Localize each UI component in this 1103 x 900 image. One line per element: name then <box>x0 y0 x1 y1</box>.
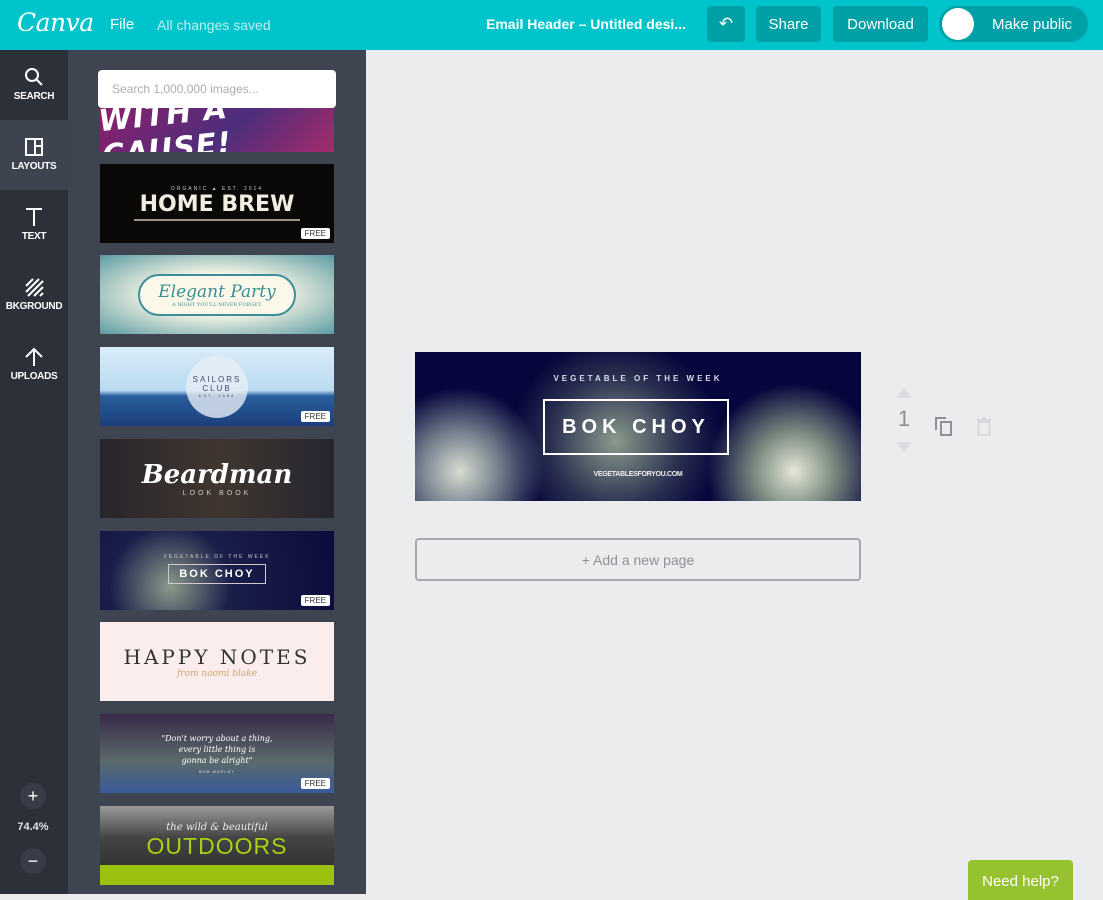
design-headline[interactable]: BOK CHOY <box>543 399 729 455</box>
layout-thumbnail[interactable]: VEGETABLE OF THE WEEK BOK CHOY FREE <box>100 531 334 610</box>
move-page-up-icon[interactable] <box>896 388 912 398</box>
layout-thumbnail[interactable]: SAILORS CLUB EST. 1984 FREE <box>100 347 334 426</box>
make-public-label: Make public <box>992 15 1073 33</box>
background-icon <box>25 278 44 297</box>
design-website[interactable]: VEGETABLESFORYOU.COM <box>415 471 861 478</box>
zoom-in-button[interactable]: + <box>20 783 46 809</box>
layout-subtitle: from naomi blake <box>176 668 258 679</box>
rail-item-uploads[interactable]: UPLOADS <box>0 330 68 400</box>
search-icon <box>25 68 43 86</box>
layout-thumbnail[interactable]: "Don't worry about a thing, every little… <box>100 714 334 793</box>
layout-title: OUTDOORS <box>146 833 288 859</box>
layout-thumbnail[interactable]: Beardman LOOK BOOK <box>100 439 334 518</box>
layout-quote: "Don't worry about a thing, every little… <box>161 734 273 765</box>
undo-button[interactable]: ↶ <box>707 6 745 42</box>
layout-title-2: CLUB <box>202 384 232 393</box>
add-page-button[interactable]: + Add a new page <box>415 538 861 581</box>
make-public-toggle[interactable]: Make public <box>939 6 1088 42</box>
page-number: 1 <box>897 406 911 431</box>
rail-label: UPLOADS <box>10 371 58 382</box>
layout-kicker: the wild & beautiful <box>166 822 268 833</box>
page-controls: 1 <box>894 388 914 452</box>
layout-thumbnail[interactable]: HAPPY NOTES from naomi blake <box>100 622 334 701</box>
zoom-out-button[interactable]: − <box>20 848 46 874</box>
layout-thumbnail[interactable]: ORGANIC ▲ EST. 2014 HOME BREW FREE <box>100 164 334 243</box>
design-page[interactable]: VEGETABLE OF THE WEEK BOK CHOY VEGETABLE… <box>415 352 861 501</box>
layout-thumbnail[interactable]: Elegant Party A NIGHT YOU'LL NEVER FORGE… <box>100 255 334 334</box>
delete-page-icon[interactable] <box>976 416 992 436</box>
layout-badge: SAILORS CLUB EST. 1984 <box>186 355 248 418</box>
layout-title: Beardman <box>141 460 293 490</box>
rail-item-background[interactable]: BKGROUND <box>0 260 68 330</box>
layout-kicker: VEGETABLE OF THE WEEK <box>163 553 271 560</box>
toggle-knob <box>942 8 974 40</box>
layouts-panel: WITH A CAUSE! ORGANIC ▲ EST. 2014 HOME B… <box>68 50 366 894</box>
layout-title: Elegant Party <box>158 281 276 302</box>
canva-logo[interactable]: Canva <box>17 8 94 37</box>
rail-item-layouts[interactable]: LAYOUTS <box>0 120 68 190</box>
move-page-down-icon[interactable] <box>896 442 912 452</box>
layout-frame: Elegant Party A NIGHT YOU'LL NEVER FORGE… <box>138 273 296 316</box>
rail-label: BKGROUND <box>5 301 63 312</box>
document-title[interactable]: Email Header – Untitled desi... <box>486 16 686 32</box>
image-search-input[interactable] <box>98 70 336 108</box>
save-status: All changes saved <box>157 17 271 33</box>
side-rail: SEARCH LAYOUTS TEXT BKGROUND UPLOADS + 7… <box>0 50 68 894</box>
layout-subtitle: A NIGHT YOU'LL NEVER FORGET. <box>172 301 262 308</box>
top-bar: Canva File All changes saved Email Heade… <box>0 0 1103 50</box>
layout-thumbnail[interactable]: the wild & beautiful OUTDOORS <box>100 806 334 885</box>
layouts-icon <box>25 138 43 156</box>
free-badge: FREE <box>300 411 330 422</box>
undo-icon: ↶ <box>718 14 734 33</box>
zoom-level: 74.4% <box>17 821 49 833</box>
layout-title: HOME BREW <box>133 192 301 221</box>
need-help-button[interactable]: Need help? <box>968 860 1073 900</box>
layout-title: HAPPY NOTES <box>123 644 311 669</box>
download-button[interactable]: Download <box>833 6 928 42</box>
layout-author: BOB MARLEY <box>198 769 235 774</box>
rail-item-text[interactable]: TEXT <box>0 190 68 260</box>
layout-title: BOK CHOY <box>168 563 266 584</box>
rail-item-search[interactable]: SEARCH <box>0 50 68 120</box>
rail-label: TEXT <box>21 231 47 242</box>
free-badge: FREE <box>300 778 330 789</box>
share-button[interactable]: Share <box>756 6 821 42</box>
duplicate-page-icon[interactable] <box>934 416 954 436</box>
rail-label: SEARCH <box>13 91 55 102</box>
rail-label: LAYOUTS <box>11 161 57 172</box>
free-badge: FREE <box>300 228 330 239</box>
layout-subtitle: EST. 1984 <box>198 393 236 398</box>
layout-subtitle: LOOK BOOK <box>182 490 252 497</box>
design-kicker[interactable]: VEGETABLE OF THE WEEK <box>415 374 861 383</box>
free-badge: FREE <box>300 595 330 606</box>
upload-icon <box>25 347 43 366</box>
layout-title: SAILORS <box>192 375 242 384</box>
file-menu[interactable]: File <box>110 16 134 33</box>
text-icon <box>26 208 42 226</box>
